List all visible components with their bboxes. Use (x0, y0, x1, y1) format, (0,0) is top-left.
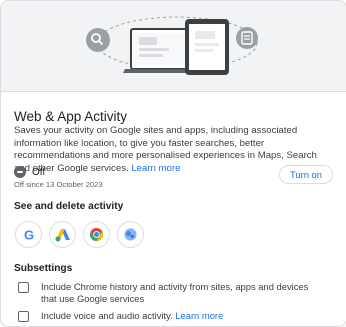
subsetting-chrome-history[interactable]: Include Chrome history and activity from… (18, 281, 321, 305)
search-bubble-icon (86, 28, 110, 52)
google-ads-app-button[interactable] (49, 221, 76, 248)
chrome-app-button[interactable] (83, 221, 110, 248)
voice-audio-label: Include voice and audio activity. (41, 310, 173, 321)
web-app-activity-card: Web & App Activity Saves your activity o… (0, 0, 346, 327)
list-bubble-icon (236, 27, 258, 49)
voice-learn-more-link[interactable]: Learn more (175, 310, 223, 321)
divider (1, 91, 346, 92)
svg-text:G: G (23, 228, 33, 242)
analytics-app-button[interactable] (117, 221, 144, 248)
google-icon: G (23, 228, 33, 242)
learn-more-link[interactable]: Learn more (131, 163, 180, 174)
chrome-icon (89, 227, 104, 242)
status-label: Off (32, 166, 46, 178)
voice-audio-checkbox[interactable] (18, 311, 29, 322)
paused-icon (14, 166, 26, 178)
subsettings-title: Subsettings (14, 263, 73, 274)
devices-illustration (86, 16, 258, 75)
chrome-history-label: Include Chrome history and activity from… (41, 281, 309, 305)
status-row: Off (14, 164, 45, 180)
see-delete-title: See and delete activity (14, 201, 124, 212)
status-since: Off since 13 October 2023 (14, 180, 103, 189)
chrome-history-checkbox[interactable] (18, 282, 29, 293)
voice-audio-label-container: Include voice and audio activity. Learn … (41, 310, 321, 322)
analytics-icon (124, 228, 137, 241)
app-icons-row: G (15, 221, 144, 248)
google-ads-icon (55, 228, 70, 241)
page-title: Web & App Activity (14, 109, 128, 124)
hero-illustration (1, 1, 346, 91)
turn-on-button[interactable]: Turn on (279, 165, 333, 184)
subsetting-voice-audio[interactable]: Include voice and audio activity. Learn … (18, 310, 321, 322)
google-app-button[interactable]: G (15, 221, 42, 248)
